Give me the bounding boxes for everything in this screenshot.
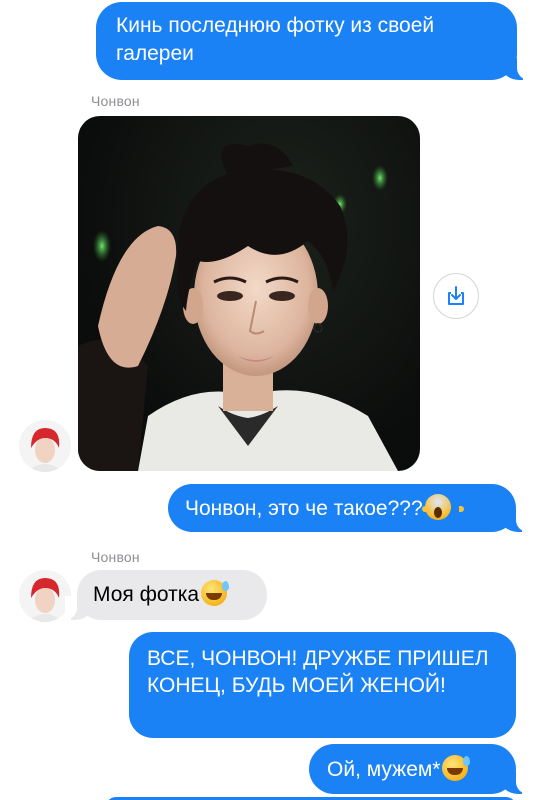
- sender-name: Чонвон: [91, 549, 140, 565]
- message-text: Чонвон, это че такое???: [185, 497, 423, 520]
- grinning-face-with-sweat-icon: [201, 580, 230, 606]
- message-text: Ой, мужем*: [327, 758, 441, 781]
- save-image-button[interactable]: [433, 273, 479, 319]
- save-to-device-icon: [448, 286, 464, 305]
- avatar-image: [19, 570, 71, 622]
- shared-photo[interactable]: [78, 116, 420, 471]
- incoming-message-2[interactable]: Моя фотка: [65, 570, 267, 620]
- outgoing-message-2[interactable]: Чонвон, это че такое???: [168, 484, 528, 532]
- face-screaming-in-fear-icon: [421, 494, 464, 520]
- portrait-image: [78, 143, 398, 471]
- outgoing-message-4[interactable]: Ой, мужем*: [309, 744, 528, 794]
- outgoing-message-1[interactable]: Кинь последнюю фотку из своей галереи: [96, 2, 529, 80]
- message-text: ВСЕ, ЧОНВОН! ДРУЖБЕ ПРИШЕЛ КОНЕЦ, БУДЬ М…: [147, 647, 489, 697]
- contact-avatar[interactable]: [19, 420, 71, 472]
- avatar-image: [19, 420, 71, 472]
- contact-avatar[interactable]: [19, 570, 71, 622]
- grinning-face-with-sweat-icon: [442, 755, 471, 781]
- sender-name: Чонвон: [91, 93, 140, 109]
- message-text: Кинь последнюю фотку из своей галереи: [116, 14, 435, 65]
- outgoing-message-3[interactable]: ВСЕ, ЧОНВОН! ДРУЖБЕ ПРИШЕЛ КОНЕЦ, БУДЬ М…: [129, 632, 516, 738]
- message-text: Моя фотка: [93, 583, 200, 606]
